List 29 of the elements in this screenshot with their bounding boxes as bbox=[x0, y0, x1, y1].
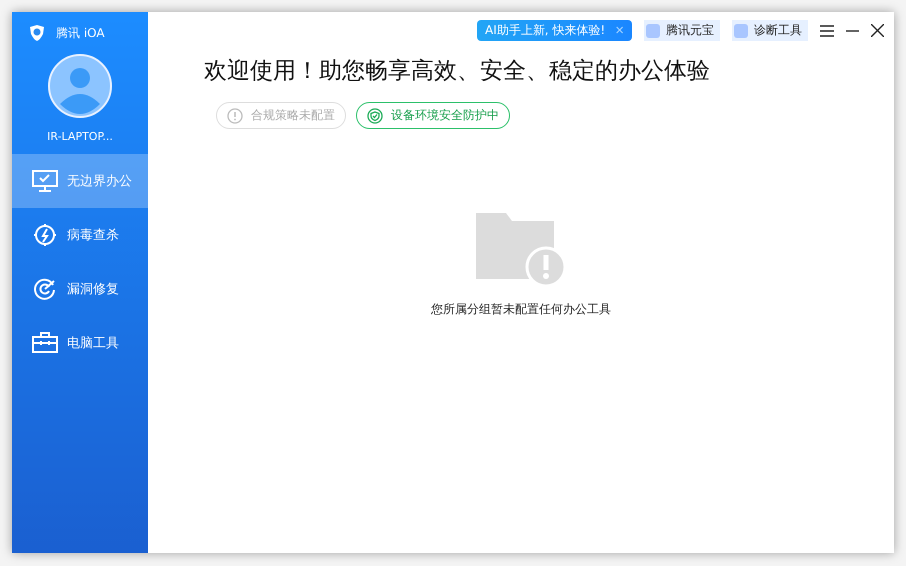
app-icon bbox=[734, 24, 748, 38]
close-button[interactable]: × bbox=[615, 23, 624, 38]
nav-item[interactable]: 漏洞修复 bbox=[12, 262, 148, 316]
promo-banner[interactable]: AI助手上新, 快来体验! × bbox=[477, 20, 632, 41]
device-name: IR-LAPTOP... bbox=[46, 130, 114, 143]
logo-icon bbox=[28, 24, 46, 42]
close-icon[interactable] bbox=[871, 24, 884, 37]
welcome-heading: 欢迎使用！助您畅享高效、安全、稳定的办公体验 bbox=[204, 57, 711, 86]
minimize-icon[interactable] bbox=[846, 30, 859, 32]
target-icon bbox=[32, 277, 58, 301]
status-badge: 合规策略未配置 bbox=[216, 102, 346, 129]
toolbox-icon bbox=[32, 331, 58, 355]
monitor-icon bbox=[32, 169, 58, 193]
toolbar-link[interactable]: 腾讯元宝 bbox=[644, 20, 720, 41]
warning-icon bbox=[227, 108, 243, 124]
shield-icon bbox=[367, 108, 383, 124]
nav-item[interactable]: 电脑工具 bbox=[12, 316, 148, 370]
status-badge: 设备环境安全防护中 bbox=[356, 102, 510, 129]
empty-folder-icon bbox=[476, 213, 566, 287]
app-name: 腾讯 iOA bbox=[56, 24, 105, 42]
toolbar-link[interactable]: 诊断工具 bbox=[732, 20, 808, 41]
promo-text: AI助手上新, 快来体验! bbox=[485, 22, 606, 39]
nav-item[interactable]: 病毒查杀 bbox=[12, 208, 148, 262]
empty-message: 您所属分组暂未配置任何办公工具 bbox=[431, 301, 611, 318]
nav-item[interactable]: 无边界办公 bbox=[12, 154, 148, 208]
menu-icon[interactable] bbox=[820, 24, 834, 36]
app-icon bbox=[646, 24, 660, 38]
lightning-icon bbox=[32, 223, 58, 247]
avatar-icon[interactable] bbox=[48, 54, 112, 118]
